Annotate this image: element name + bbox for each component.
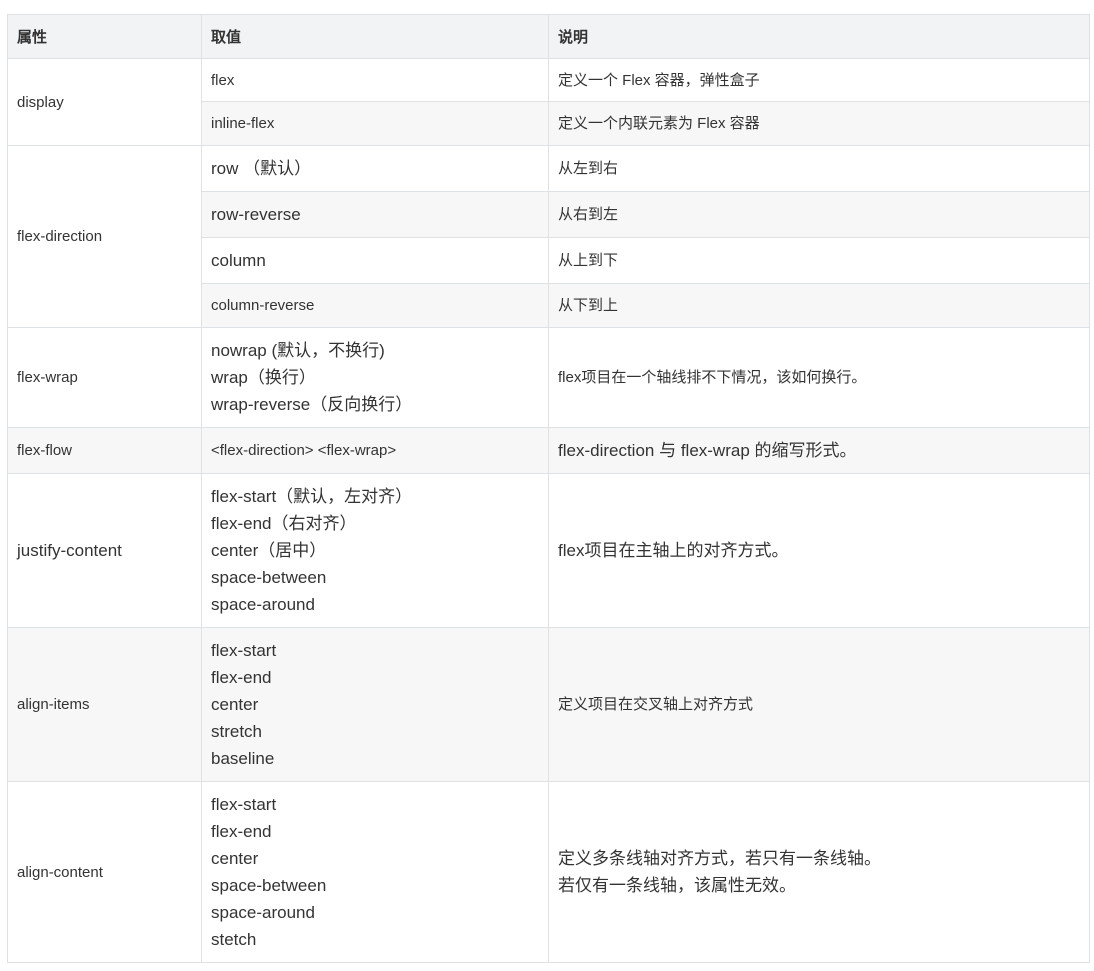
table-row: align-items flex-start flex-end center s…: [7, 627, 1090, 782]
value-line: space-around: [211, 595, 315, 614]
flex-properties-table: 属性 取值 说明 display flex 定义一个 Flex 容器，弹性盒子 …: [7, 14, 1090, 963]
value-cell: row-reverse: [201, 191, 549, 238]
description-cell: 从下到上: [548, 283, 1090, 328]
description-cell: flex项目在一个轴线排不下情况，该如何换行。: [548, 327, 1090, 428]
property-align-content: align-content: [7, 781, 202, 963]
value-cell: flex: [201, 58, 549, 102]
value-line: wrap-reverse（反向换行）: [211, 395, 413, 414]
description-cell: 定义一个内联元素为 Flex 容器: [548, 101, 1090, 146]
value-cell: flex-start flex-end center stretch basel…: [201, 627, 549, 782]
value-line: wrap（换行）: [211, 368, 316, 387]
value-line: flex-start: [211, 795, 277, 814]
description-cell: 定义项目在交叉轴上对齐方式: [548, 627, 1090, 782]
description-cell: 定义多条线轴对齐方式，若只有一条线轴。 若仅有一条线轴，该属性无效。: [548, 781, 1090, 963]
table-row: flex-wrap nowrap (默认，不换行) wrap（换行） wrap-…: [7, 327, 1090, 428]
table-row: flex-flow <flex-direction> <flex-wrap> f…: [7, 427, 1090, 474]
value-cell: nowrap (默认，不换行) wrap（换行） wrap-reverse（反向…: [201, 327, 549, 428]
value-line: center（居中）: [211, 541, 327, 560]
header-value: 取值: [201, 14, 549, 59]
value-line: flex-start: [211, 641, 277, 660]
value-line: nowrap (默认，不换行): [211, 341, 385, 360]
value-line: center: [211, 849, 259, 868]
header-description: 说明: [548, 14, 1090, 59]
table-row: flex-direction row （默认） 从左到右: [7, 145, 1090, 328]
value-cell: flex-start（默认，左对齐） flex-end（右对齐） center（…: [201, 473, 549, 628]
table-header-row: 属性 取值 说明: [7, 14, 1090, 59]
description-cell: 从右到左: [548, 191, 1090, 238]
value-cell: inline-flex: [201, 101, 549, 146]
value-cell: <flex-direction> <flex-wrap>: [201, 427, 549, 474]
description-line: 若仅有一条线轴，该属性无效。: [558, 876, 796, 895]
value-line: flex-start（默认，左对齐）: [211, 487, 413, 506]
value-cell: column-reverse: [201, 283, 549, 328]
value-line: space-around: [211, 903, 315, 922]
flex-properties-table-container: 属性 取值 说明 display flex 定义一个 Flex 容器，弹性盒子 …: [7, 14, 1090, 963]
header-property: 属性: [7, 14, 202, 59]
property-flex-wrap: flex-wrap: [7, 327, 202, 428]
value-line: baseline: [211, 749, 275, 768]
value-line: stetch: [211, 930, 257, 949]
property-flex-direction: flex-direction: [7, 145, 202, 328]
description-line: 定义多条线轴对齐方式，若只有一条线轴。: [558, 849, 881, 868]
description-cell: 从左到右: [548, 145, 1090, 192]
value-line: flex-end（右对齐）: [211, 514, 357, 533]
description-cell: 定义一个 Flex 容器，弹性盒子: [548, 58, 1090, 102]
property-align-items: align-items: [7, 627, 202, 782]
property-flex-flow: flex-flow: [7, 427, 202, 474]
description-cell: flex-direction 与 flex-wrap 的缩写形式。: [548, 427, 1090, 474]
table-row: justify-content flex-start（默认，左对齐） flex-…: [7, 473, 1090, 628]
value-line: flex-end: [211, 822, 272, 841]
description-cell: 从上到下: [548, 237, 1090, 284]
table-row: align-content flex-start flex-end center…: [7, 781, 1090, 963]
value-line: center: [211, 695, 259, 714]
value-line: flex-end: [211, 668, 272, 687]
value-line: space-between: [211, 568, 327, 587]
value-cell: row （默认）: [201, 145, 549, 192]
description-cell: flex项目在主轴上的对齐方式。: [548, 473, 1090, 628]
value-cell: flex-start flex-end center space-between…: [201, 781, 549, 963]
value-line: stretch: [211, 722, 263, 741]
property-justify-content: justify-content: [7, 473, 202, 628]
value-cell: column: [201, 237, 549, 284]
value-line: space-between: [211, 876, 327, 895]
table-row: display flex 定义一个 Flex 容器，弹性盒子: [7, 58, 1090, 146]
property-display: display: [7, 58, 202, 146]
